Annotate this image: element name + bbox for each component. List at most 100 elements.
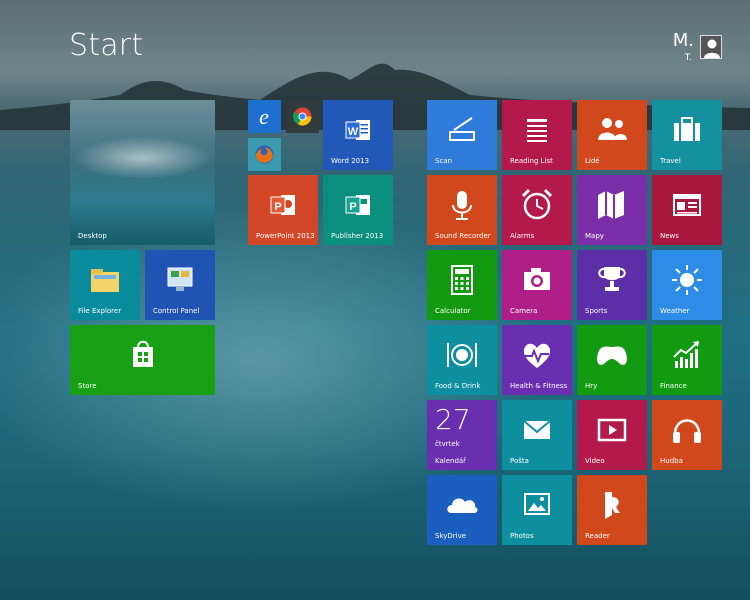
tile-scan[interactable]: Scan — [427, 100, 497, 170]
store-icon — [70, 335, 215, 375]
page-title: Start — [69, 28, 144, 63]
tile-weather[interactable]: Weather — [652, 250, 722, 320]
tile-label: Travel — [660, 157, 681, 165]
microphone-icon — [427, 185, 497, 225]
tile-label: Health & Fitness — [510, 382, 568, 390]
person-icon — [704, 39, 720, 58]
tile-label: SkyDrive — [435, 532, 467, 540]
tile-reading-list[interactable]: Reading List — [502, 100, 572, 170]
tile-mapy[interactable]: Mapy — [577, 175, 647, 245]
word-icon: W — [323, 110, 393, 150]
plate-icon — [427, 335, 497, 375]
calendar-day: 27 — [435, 403, 471, 436]
tile-sports[interactable]: Sports — [577, 250, 647, 320]
tile-label: File Explorer — [78, 307, 122, 315]
user-initial: T. — [684, 53, 692, 63]
mail-icon — [502, 410, 572, 450]
tile-camera[interactable]: Camera — [502, 250, 572, 320]
gamepad-icon — [577, 335, 647, 375]
tile-label: Pošta — [510, 457, 529, 465]
tile-sound-recorder[interactable]: Sound Recorder — [427, 175, 497, 245]
suitcase-icon — [652, 110, 722, 150]
tile-skydrive[interactable]: SkyDrive — [427, 475, 497, 545]
tile-internet-explorer[interactable]: e — [248, 100, 281, 133]
camera-icon — [502, 260, 572, 300]
tile-powerpoint[interactable]: P PowerPoint 2013 — [248, 175, 318, 245]
tile-label: Sports — [585, 307, 608, 315]
headphones-icon — [652, 410, 722, 450]
tile-label: Finance — [660, 382, 687, 390]
internet-explorer-icon: e — [259, 104, 269, 129]
svg-text:P: P — [274, 201, 281, 213]
tile-desktop[interactable]: Desktop — [70, 100, 215, 245]
tile-kalendar[interactable]: 27 čtvrtek Kalendář — [427, 400, 497, 470]
tile-news[interactable]: News — [652, 175, 722, 245]
tile-label: Lidé — [585, 157, 600, 165]
tile-label: Calculator — [435, 307, 471, 315]
tile-label: PowerPoint 2013 — [256, 232, 315, 240]
tile-travel[interactable]: Travel — [652, 100, 722, 170]
tile-label: Store — [78, 382, 97, 390]
tile-label: Photos — [510, 532, 534, 540]
tile-label: Camera — [510, 307, 538, 315]
svg-text:W: W — [348, 126, 359, 138]
tile-store[interactable]: Store — [70, 325, 215, 395]
tile-lide[interactable]: Lidé — [577, 100, 647, 170]
tile-firefox[interactable] — [248, 138, 281, 171]
heart-icon — [502, 335, 572, 375]
calendar-weekday: čtvrtek — [435, 440, 460, 448]
tile-health-fitness[interactable]: Health & Fitness — [502, 325, 572, 395]
reading-list-icon — [502, 110, 572, 150]
tile-label: Word 2013 — [331, 157, 370, 165]
tile-label: Desktop — [78, 232, 107, 240]
tile-label: Publisher 2013 — [331, 232, 384, 240]
cloud-icon — [427, 485, 497, 525]
tile-label: News — [660, 232, 679, 240]
tile-label: Hry — [585, 382, 598, 390]
tile-label: Mapy — [585, 232, 604, 240]
svg-text:P: P — [349, 201, 356, 213]
tile-label: Reading List — [510, 157, 553, 165]
tile-video[interactable]: Video — [577, 400, 647, 470]
control-panel-icon — [145, 260, 215, 300]
tile-label: Video — [585, 457, 605, 465]
tile-finance[interactable]: Finance — [652, 325, 722, 395]
tile-control-panel[interactable]: Control Panel — [145, 250, 215, 320]
tile-chrome[interactable] — [286, 100, 319, 133]
alarm-clock-icon — [502, 185, 572, 225]
tile-hudba[interactable]: Hudba — [652, 400, 722, 470]
svg-text:e: e — [259, 104, 269, 129]
tile-label: Scan — [435, 157, 453, 165]
tile-hry[interactable]: Hry — [577, 325, 647, 395]
tile-label: Control Panel — [153, 307, 200, 315]
tile-label: Hudba — [660, 457, 683, 465]
folder-icon — [70, 260, 140, 300]
calculator-icon — [427, 260, 497, 300]
map-icon — [577, 185, 647, 225]
tile-photos[interactable]: Photos — [502, 475, 572, 545]
tile-label: Weather — [660, 307, 690, 315]
user-account[interactable]: M. T. — [673, 32, 694, 63]
tile-word[interactable]: W Word 2013 — [323, 100, 393, 170]
chart-up-icon — [652, 335, 722, 375]
tile-publisher[interactable]: P Publisher 2013 — [323, 175, 393, 245]
firefox-icon — [255, 145, 274, 164]
user-name: M. — [672, 30, 694, 51]
powerpoint-icon: P — [248, 185, 318, 225]
tile-food-drink[interactable]: Food & Drink — [427, 325, 497, 395]
publisher-icon: P — [323, 185, 393, 225]
sun-icon — [652, 260, 722, 300]
tile-label: Reader — [585, 532, 610, 540]
people-icon — [577, 110, 647, 150]
tile-posta[interactable]: Pošta — [502, 400, 572, 470]
photo-icon — [502, 485, 572, 525]
avatar[interactable] — [700, 35, 722, 59]
tile-label: Kalendář — [435, 457, 467, 465]
tile-alarms[interactable]: Alarms — [502, 175, 572, 245]
tile-file-explorer[interactable]: File Explorer — [70, 250, 140, 320]
tile-calculator[interactable]: Calculator — [427, 250, 497, 320]
chrome-icon — [292, 107, 312, 126]
tile-reader[interactable]: Reader — [577, 475, 647, 545]
tile-label: Alarms — [510, 232, 535, 240]
trophy-icon — [577, 260, 647, 300]
